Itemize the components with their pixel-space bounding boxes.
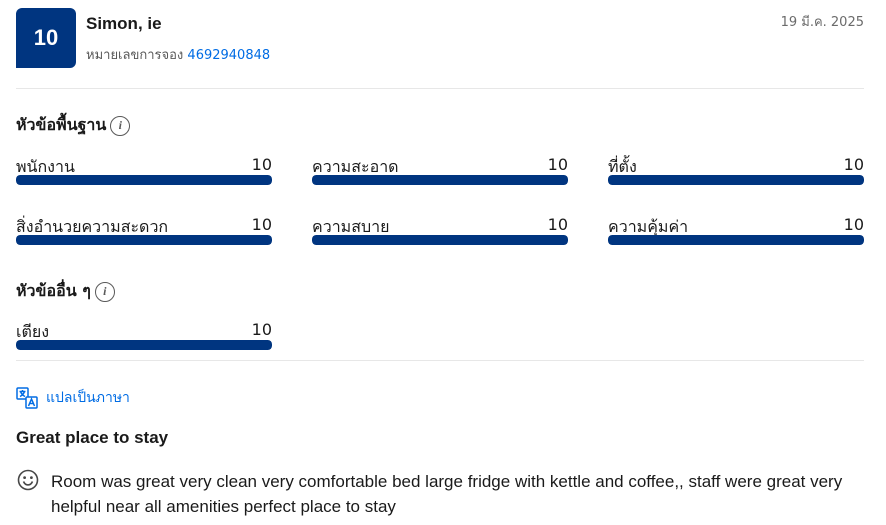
- rating-bar-fill: [312, 175, 568, 185]
- rating-value: 10: [843, 155, 864, 174]
- rating-bar: [16, 340, 272, 350]
- rating-bar-fill: [16, 340, 272, 350]
- basic-section-title-text: หัวข้อพื้นฐาน: [16, 115, 107, 134]
- info-icon[interactable]: i: [94, 281, 115, 302]
- header-divider: [16, 88, 864, 89]
- review-text: Room was great very clean very comfortab…: [51, 472, 843, 516]
- review-date: 19 มี.ค. 2025: [780, 15, 864, 30]
- rating-value: 10: [547, 155, 568, 174]
- booking-line: หมายเลขการจอง 4692940848: [86, 44, 270, 65]
- rating-staff: พนักงาน 10: [16, 155, 272, 185]
- rating-bar-fill: [16, 175, 272, 185]
- translate-icon: [16, 387, 38, 409]
- rating-bar: [16, 175, 272, 185]
- rating-value: 10: [251, 215, 272, 234]
- rating-location: ที่ตั้ง 10: [608, 155, 864, 185]
- score-badge: 10: [16, 8, 76, 68]
- rating-bar-fill: [16, 235, 272, 245]
- basic-section-title: หัวข้อพื้นฐาน i: [16, 113, 131, 138]
- rating-bar: [608, 175, 864, 185]
- rating-cleanliness: ความสะอาด 10: [312, 155, 568, 185]
- rating-bed: เตียง 10: [16, 320, 272, 350]
- rating-bar-fill: [608, 175, 864, 185]
- ratings-divider: [16, 360, 864, 361]
- rating-bar-fill: [608, 235, 864, 245]
- smile-icon: [17, 469, 39, 491]
- rating-value: 10: [251, 320, 272, 339]
- booking-label: หมายเลขการจอง: [86, 48, 184, 63]
- rating-bar: [312, 235, 568, 245]
- rating-value-for-money: ความคุ้มค่า 10: [608, 215, 864, 245]
- rating-value: 10: [547, 215, 568, 234]
- rating-value: 10: [251, 155, 272, 174]
- translate-label[interactable]: แปลเป็นภาษา: [46, 387, 130, 409]
- rating-value: 10: [843, 215, 864, 234]
- rating-bar: [16, 235, 272, 245]
- review-header: 10 Simon, ie หมายเลขการจอง 4692940848 19…: [16, 8, 864, 68]
- review-title: Great place to stay: [16, 428, 169, 447]
- booking-number[interactable]: 4692940848: [187, 48, 270, 63]
- reviewer-name: Simon, ie: [86, 14, 162, 33]
- rating-bar: [312, 175, 568, 185]
- rating-facilities: สิ่งอำนวยความสะดวก 10: [16, 215, 272, 245]
- other-section-title-text: หัวข้ออื่น ๆ: [16, 281, 91, 300]
- rating-bar: [608, 235, 864, 245]
- translate-link[interactable]: แปลเป็นภาษา: [16, 387, 130, 409]
- rating-comfort: ความสบาย 10: [312, 215, 568, 245]
- rating-bar-fill: [312, 235, 568, 245]
- info-icon[interactable]: i: [110, 115, 131, 136]
- other-section-title: หัวข้ออื่น ๆ i: [16, 279, 115, 304]
